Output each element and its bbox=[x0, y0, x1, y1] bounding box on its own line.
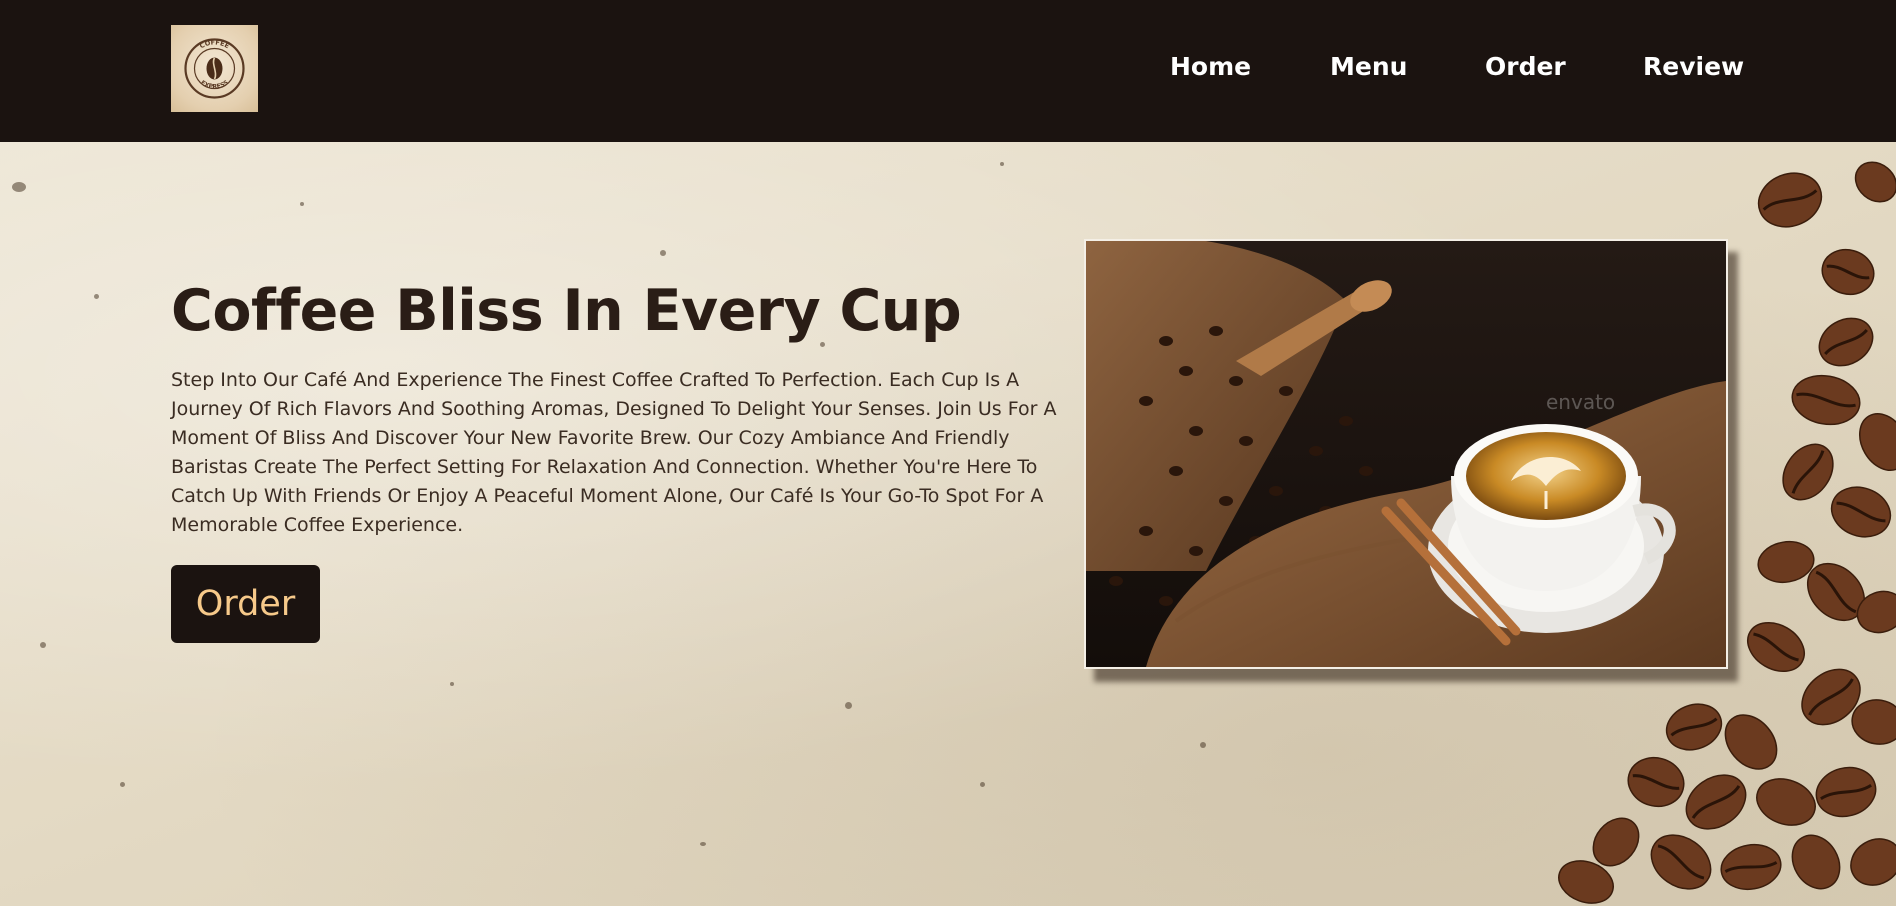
hero-title: Coffee Bliss In Every Cup bbox=[171, 278, 962, 344]
nav-home-link[interactable]: Home bbox=[1170, 52, 1251, 88]
svg-text:EXPRESS: EXPRESS bbox=[199, 79, 229, 90]
logo-bottom-text: EXPRESS bbox=[199, 79, 229, 90]
photo-watermark: envato bbox=[1546, 390, 1615, 414]
hero-coffee-photo: envato bbox=[1084, 239, 1728, 669]
nav-order-link[interactable]: Order bbox=[1485, 52, 1566, 88]
order-button[interactable]: Order bbox=[171, 565, 320, 643]
nav-menu-link[interactable]: Menu bbox=[1330, 52, 1407, 88]
hero-section: Coffee Bliss In Every Cup Step Into Our … bbox=[0, 142, 1896, 906]
brand-logo[interactable]: COFFEE EXPRESS bbox=[171, 25, 258, 112]
top-navbar: COFFEE EXPRESS Home Menu Order Review bbox=[0, 0, 1896, 142]
nav-review-link[interactable]: Review bbox=[1643, 52, 1744, 88]
coffee-bean-logo-icon: COFFEE EXPRESS bbox=[184, 38, 245, 99]
hero-description: Step Into Our Café And Experience The Fi… bbox=[171, 369, 1057, 536]
coffee-cup-image: envato bbox=[1086, 241, 1726, 667]
